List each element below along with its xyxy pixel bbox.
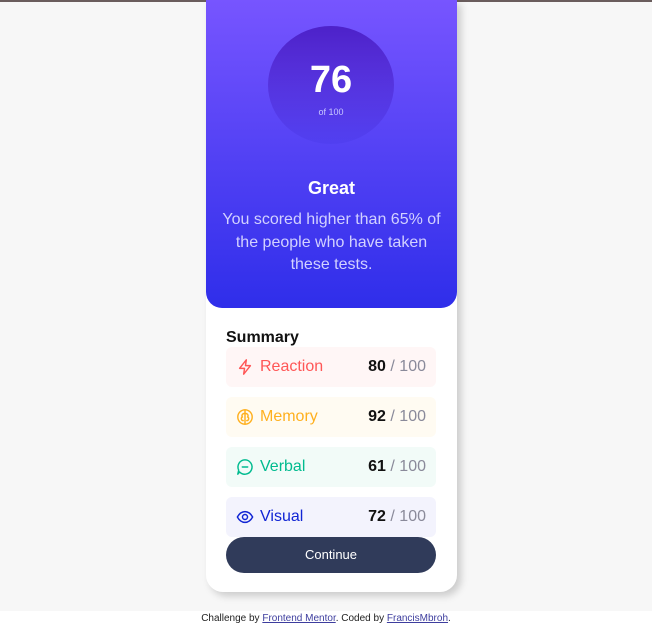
results-summary-card: 76 of 100 Great You scored higher than 6… xyxy=(206,0,457,592)
summary-item-reaction: Reaction 80 / 100 xyxy=(226,347,436,387)
score-value: 76 xyxy=(309,59,353,101)
lightning-icon xyxy=(236,358,254,376)
summary-item-score: 72 / 100 xyxy=(368,508,426,525)
score-max: of 100 xyxy=(318,107,344,117)
attribution-middle: . Coded by xyxy=(335,613,387,624)
score-circle: 76 of 100 xyxy=(268,26,394,144)
continue-button[interactable]: Continue xyxy=(226,537,436,573)
attribution-suffix: . xyxy=(448,613,451,624)
author-link[interactable]: FrancisMbroh xyxy=(387,613,448,624)
summary-item-score: 80 / 100 xyxy=(368,358,426,375)
summary-item-score: 61 / 100 xyxy=(368,458,426,475)
summary-item-label: Verbal xyxy=(260,458,306,475)
chat-bubble-icon xyxy=(236,458,254,476)
summary-item-score: 92 / 100 xyxy=(368,408,426,425)
summary-item-label: Visual xyxy=(260,508,304,525)
attribution-prefix: Challenge by xyxy=(201,613,263,624)
attribution: Challenge by Frontend Mentor. Coded by F… xyxy=(0,612,652,626)
eye-icon xyxy=(236,508,254,526)
summary-title: Summary xyxy=(226,329,299,346)
summary-item-label: Reaction xyxy=(260,358,324,375)
summary-item-visual: Visual 72 / 100 xyxy=(226,497,436,537)
summary-item-memory: Memory 92 / 100 xyxy=(226,397,436,437)
brain-icon xyxy=(236,408,254,426)
result-panel: 76 of 100 Great You scored higher than 6… xyxy=(206,0,457,308)
result-description: You scored higher than 65% of the people… xyxy=(222,211,441,273)
summary-item-label: Memory xyxy=(260,408,318,425)
result-rating: Great xyxy=(307,178,356,198)
summary-item-verbal: Verbal 61 / 100 xyxy=(226,447,436,487)
frontend-mentor-link[interactable]: Frontend Mentor xyxy=(262,613,335,624)
